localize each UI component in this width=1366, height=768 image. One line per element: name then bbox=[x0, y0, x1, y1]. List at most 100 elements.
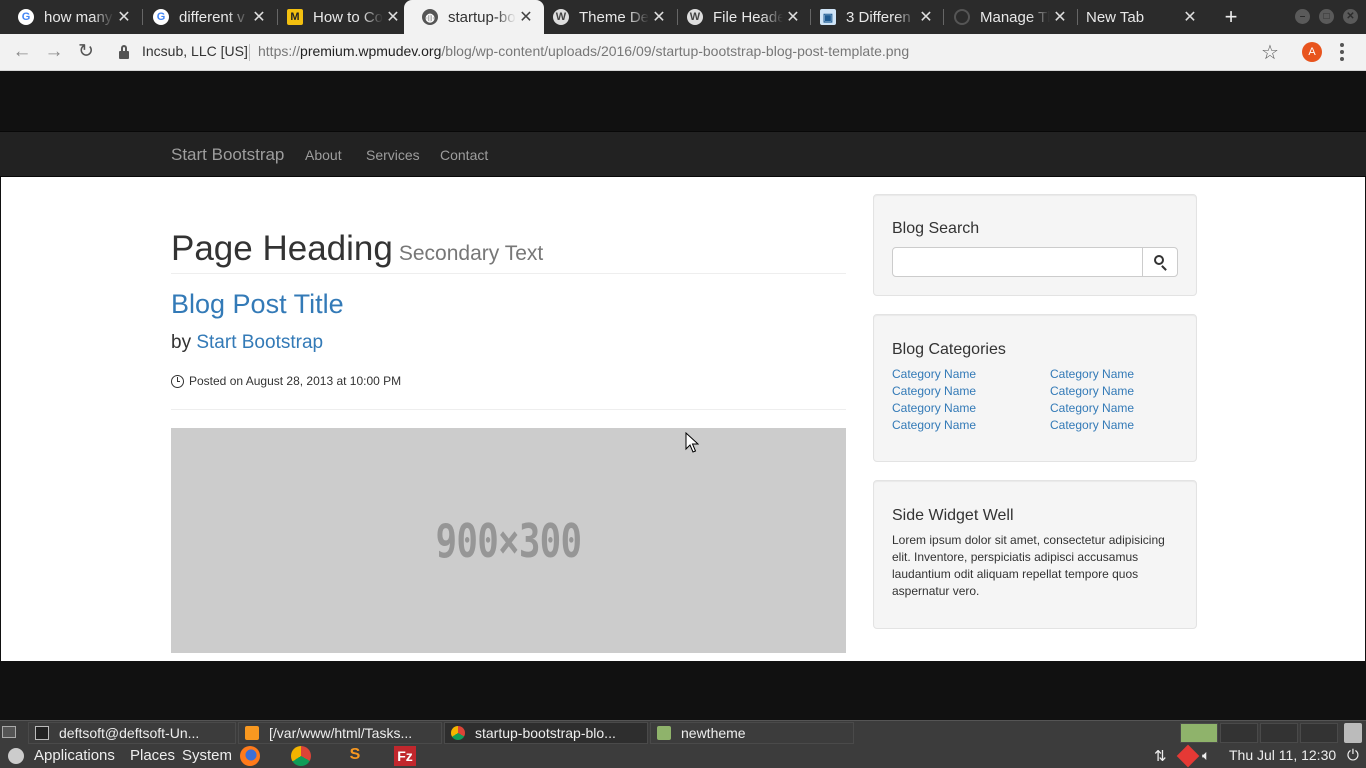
categories-well: Blog Categories Category Name Category N… bbox=[873, 314, 1197, 462]
volume-icon[interactable]: 🔈︎ bbox=[1202, 747, 1210, 764]
show-desktop-icon[interactable] bbox=[2, 726, 16, 738]
page-heading-secondary: Secondary Text bbox=[398, 242, 544, 265]
new-tab-plus-icon[interactable]: + bbox=[1218, 4, 1244, 30]
google-icon: G bbox=[153, 9, 169, 25]
power-icon[interactable]: ⏻ bbox=[1347, 747, 1359, 764]
page-heading-text: Page Heading bbox=[171, 229, 393, 268]
category-link: Category Name bbox=[1050, 367, 1135, 381]
post-date: Posted on August 28, 2013 at 10:00 PM bbox=[171, 374, 401, 388]
workspace-4[interactable] bbox=[1300, 723, 1338, 743]
bootstrap-navbar: Start Bootstrap About Services Contact bbox=[0, 131, 1366, 177]
tab-how-to[interactable]: M How to Co ✕ bbox=[269, 0, 411, 34]
chrome-launcher-icon[interactable] bbox=[291, 746, 311, 766]
close-icon[interactable]: ✕ bbox=[249, 7, 269, 27]
tab-label: Theme De bbox=[579, 8, 649, 26]
url-path: /blog/wp-content/uploads/2016/09/startup… bbox=[441, 43, 910, 59]
template-page: Page Heading Secondary Text Blog Post Tit… bbox=[1, 177, 1365, 661]
maximize-icon[interactable]: □ bbox=[1319, 9, 1334, 24]
page-heading: Page Heading Secondary Text bbox=[171, 229, 543, 269]
browser-menu-icon[interactable] bbox=[1340, 43, 1344, 61]
category-link: Category Name bbox=[892, 384, 977, 398]
wordpress-icon: W bbox=[687, 9, 703, 25]
update-notifier-icon[interactable] bbox=[1176, 744, 1200, 768]
close-icon[interactable]: ✕ bbox=[649, 7, 669, 27]
menu-system[interactable]: System bbox=[182, 747, 232, 764]
category-link: Category Name bbox=[892, 401, 977, 415]
task-sublime[interactable]: [/var/www/html/Tasks... bbox=[238, 722, 442, 744]
tab-file-header[interactable]: W File Heade ✕ bbox=[669, 0, 811, 34]
close-icon[interactable]: ✕ bbox=[1180, 7, 1200, 27]
task-label: [/var/www/html/Tasks... bbox=[269, 725, 413, 741]
filezilla-icon[interactable]: Fz bbox=[394, 746, 416, 766]
search-well-title: Blog Search bbox=[892, 220, 980, 237]
tab-label: 3 Differen bbox=[846, 8, 911, 26]
category-link: Category Name bbox=[1050, 384, 1135, 398]
close-icon[interactable]: ✕ bbox=[916, 7, 936, 27]
tab-label: how many bbox=[44, 8, 113, 26]
site-identity[interactable]: Incsub, LLC [US] bbox=[142, 43, 248, 59]
task-label: startup-bootstrap-blo... bbox=[475, 725, 616, 741]
ubuntu-logo-icon bbox=[8, 748, 24, 764]
search-input bbox=[892, 247, 1143, 277]
globe-icon: ◍ bbox=[422, 9, 438, 25]
address-bar[interactable]: https://premium.wpmudev.org/blog/wp-cont… bbox=[258, 43, 909, 59]
close-icon[interactable]: ✕ bbox=[383, 7, 403, 27]
loading-icon bbox=[954, 9, 970, 25]
sublime-text-icon bbox=[245, 726, 259, 740]
search-icon bbox=[1154, 255, 1164, 265]
search-button bbox=[1142, 247, 1178, 277]
account-avatar[interactable]: A bbox=[1302, 42, 1322, 62]
category-link: Category Name bbox=[1050, 401, 1135, 415]
firefox-icon[interactable] bbox=[240, 746, 260, 766]
task-folder[interactable]: newtheme bbox=[650, 722, 854, 744]
tab-how-many[interactable]: G how many ✕ bbox=[0, 0, 142, 34]
url-host: premium.wpmudev.org bbox=[300, 43, 442, 59]
side-widget-text: Lorem ipsum dolor sit amet, consectetur … bbox=[892, 533, 1165, 598]
tab-label: How to Co bbox=[313, 8, 383, 26]
lock-icon[interactable] bbox=[119, 45, 129, 59]
tab-label: File Heade bbox=[713, 8, 783, 26]
nav-link-about: About bbox=[305, 147, 342, 163]
bookmark-star-icon[interactable]: ☆ bbox=[1261, 40, 1279, 65]
navbar-brand: Start Bootstrap bbox=[171, 145, 285, 164]
close-icon[interactable]: ✕ bbox=[783, 7, 803, 27]
placeholder-label: 900×300 bbox=[435, 513, 583, 568]
category-link: Category Name bbox=[892, 418, 977, 432]
tab-3-different[interactable]: ▣ 3 Differen ✕ bbox=[802, 0, 944, 34]
network-icon[interactable]: ⇅ bbox=[1154, 747, 1167, 765]
back-arrow-icon[interactable]: ← bbox=[10, 40, 34, 64]
workspace-3[interactable] bbox=[1260, 723, 1298, 743]
tab-manage-themes[interactable]: Manage Th ✕ bbox=[936, 0, 1078, 34]
menu-places[interactable]: Places bbox=[130, 747, 175, 764]
tab-theme-dev[interactable]: W Theme De ✕ bbox=[535, 0, 677, 34]
trash-icon[interactable] bbox=[1344, 723, 1362, 743]
close-icon[interactable]: ✕ bbox=[516, 7, 536, 27]
workspace-2[interactable] bbox=[1220, 723, 1258, 743]
tab-new-tab[interactable]: New Tab ✕ bbox=[1068, 0, 1208, 34]
close-window-icon[interactable]: ✕ bbox=[1343, 9, 1358, 24]
minimize-icon[interactable]: – bbox=[1295, 9, 1310, 24]
close-icon[interactable]: ✕ bbox=[114, 7, 134, 27]
wpmu-icon: M bbox=[287, 9, 303, 25]
workspace-1[interactable] bbox=[1180, 723, 1218, 743]
site-icon: ▣ bbox=[820, 9, 836, 25]
chrome-icon bbox=[451, 726, 465, 740]
reload-icon[interactable]: ↻ bbox=[74, 40, 98, 64]
category-link: Category Name bbox=[892, 367, 977, 381]
browser-toolbar: ← → ↻ Incsub, LLC [US] https://premium.w… bbox=[0, 34, 1366, 71]
post-title: Blog Post Title bbox=[171, 289, 344, 319]
sublime-launcher-icon[interactable]: S bbox=[345, 746, 365, 766]
task-chrome[interactable]: startup-bootstrap-blo... bbox=[444, 722, 648, 744]
task-terminal[interactable]: deftsoft@deftsoft-Un... bbox=[28, 722, 236, 744]
nav-link-contact: Contact bbox=[440, 147, 489, 163]
forward-arrow-icon[interactable]: → bbox=[42, 40, 66, 64]
menu-applications[interactable]: Applications bbox=[34, 747, 115, 764]
search-well: Blog Search bbox=[873, 194, 1197, 296]
tab-different[interactable]: G different v ✕ bbox=[135, 0, 277, 34]
close-icon[interactable]: ✕ bbox=[1050, 7, 1070, 27]
clock-indicator[interactable]: Thu Jul 11, 12:30 bbox=[1229, 747, 1336, 763]
divider bbox=[171, 273, 846, 274]
tab-startup-bootstrap[interactable]: ◍ startup-bo ✕ bbox=[404, 0, 544, 34]
window-list-panel: deftsoft@deftsoft-Un... [/var/www/html/T… bbox=[0, 720, 1366, 744]
folder-icon bbox=[657, 726, 671, 740]
